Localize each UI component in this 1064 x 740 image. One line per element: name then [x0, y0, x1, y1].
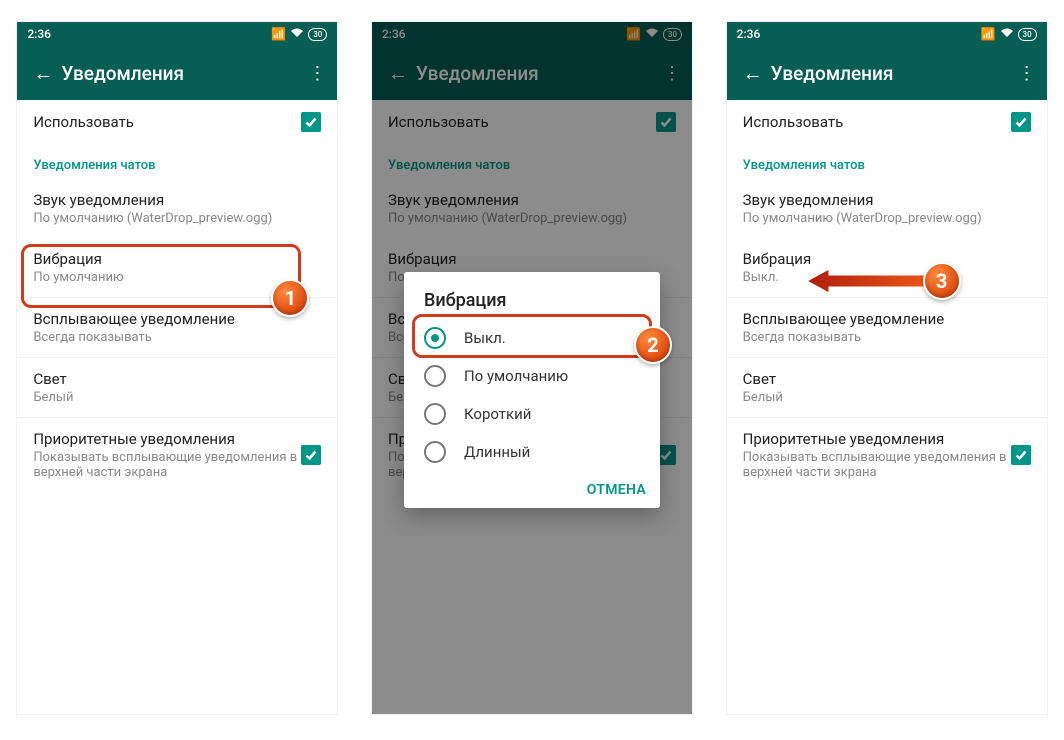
row-label: Звук уведомления [33, 191, 321, 209]
row-sound[interactable]: Звук уведомления По умолчанию (WaterDrop… [727, 179, 1047, 238]
row-label: Всплывающее уведомление [33, 310, 321, 328]
row-label: Свет [743, 370, 1031, 388]
row-priority[interactable]: Приоритетные уведомления Показывать вспл… [17, 418, 337, 492]
row-use[interactable]: Использовать [727, 100, 1047, 144]
row-sub: Белый [33, 390, 321, 405]
overflow-menu-icon[interactable]: ⋮ [305, 63, 329, 84]
option-label: Выкл. [464, 329, 506, 347]
screen-3: 2:36 📶 30 ← Уведомления ⋮ Использовать У… [727, 22, 1047, 714]
appbar-title: Уведомления [61, 62, 305, 85]
row-label: Приоритетные уведомления [33, 430, 301, 448]
row-vibration[interactable]: Вибрация Выкл. [727, 238, 1047, 297]
row-sub: Всегда показывать [743, 330, 1031, 345]
status-time: 2:36 [27, 27, 51, 41]
status-time: 2:36 [737, 27, 761, 41]
row-label: Звук уведомления [743, 191, 1031, 209]
option-label: Длинный [464, 443, 530, 461]
dialog-title: Вибрация [404, 272, 660, 319]
row-use[interactable]: Использовать [17, 100, 337, 144]
row-label: Свет [33, 370, 321, 388]
row-label: Приоритетные уведомления [743, 430, 1011, 448]
screen-1: 2:36 📶 30 ← Уведомления ⋮ Использовать У… [17, 22, 337, 714]
app-bar: ← Уведомления ⋮ [727, 46, 1047, 100]
radio-icon [424, 441, 446, 463]
wifi-icon [290, 27, 304, 41]
radio-icon [424, 365, 446, 387]
checkbox-icon[interactable] [301, 445, 321, 465]
dialog-option-default[interactable]: По умолчанию [404, 357, 660, 395]
dialog-option-short[interactable]: Короткий [404, 395, 660, 433]
row-popup[interactable]: Всплывающее уведомление Всегда показыват… [17, 298, 337, 357]
appbar-title: Уведомления [771, 62, 1015, 85]
row-sub: Белый [743, 390, 1031, 405]
radio-icon [424, 327, 446, 349]
row-sub: По умолчанию (WaterDrop_preview.ogg) [33, 211, 321, 226]
back-icon[interactable]: ← [25, 61, 61, 86]
row-sub: По умолчанию [33, 270, 321, 285]
option-label: Короткий [464, 405, 531, 423]
settings-list: Использовать Уведомления чатов Звук увед… [727, 100, 1047, 714]
app-bar: ← Уведомления ⋮ [17, 46, 337, 100]
radio-icon [424, 403, 446, 425]
checkbox-icon[interactable] [1011, 112, 1031, 132]
row-priority[interactable]: Приоритетные уведомления Показывать вспл… [727, 418, 1047, 492]
battery-icon: 30 [1018, 28, 1037, 41]
checkbox-icon[interactable] [301, 112, 321, 132]
row-label: Вибрация [33, 250, 321, 268]
status-right: 📶 30 [271, 27, 327, 41]
status-bar: 2:36 📶 30 [17, 22, 337, 46]
checkbox-icon[interactable] [1011, 445, 1031, 465]
row-light[interactable]: Свет Белый [727, 358, 1047, 417]
signal-icon: 📶 [271, 27, 286, 41]
row-label: Вибрация [743, 250, 1031, 268]
cancel-button[interactable]: ОТМЕНА [587, 482, 646, 498]
row-label: Использовать [743, 113, 1011, 131]
wifi-icon [1000, 27, 1014, 41]
section-chats: Уведомления чатов [727, 144, 1047, 179]
settings-list: Использовать Уведомления чатов Звук увед… [17, 100, 337, 714]
back-icon[interactable]: ← [735, 61, 771, 86]
row-sound[interactable]: Звук уведомления По умолчанию (WaterDrop… [17, 179, 337, 238]
dialog-option-long[interactable]: Длинный [404, 433, 660, 471]
dialog-option-off[interactable]: Выкл. [404, 319, 660, 357]
section-chats: Уведомления чатов [17, 144, 337, 179]
dialog-actions: ОТМЕНА [404, 471, 660, 504]
vibration-dialog: Вибрация Выкл. По умолчанию Короткий Дли… [404, 272, 660, 508]
row-label: Использовать [33, 113, 301, 131]
row-sub: Выкл. [743, 270, 1031, 285]
option-label: По умолчанию [464, 367, 568, 385]
screen-2: 2:36 📶 30 ← Уведомления ⋮ Использовать У… [372, 22, 692, 714]
row-sub: По умолчанию (WaterDrop_preview.ogg) [743, 211, 1031, 226]
row-light[interactable]: Свет Белый [17, 358, 337, 417]
signal-icon: 📶 [981, 27, 996, 41]
row-sub: Всегда показывать [33, 330, 321, 345]
overflow-menu-icon[interactable]: ⋮ [1015, 63, 1039, 84]
status-right: 📶 30 [981, 27, 1037, 41]
row-label: Всплывающее уведомление [743, 310, 1031, 328]
row-vibration[interactable]: Вибрация По умолчанию [17, 238, 337, 297]
row-sub: Показывать всплывающие уведомления в вер… [743, 450, 1011, 480]
row-popup[interactable]: Всплывающее уведомление Всегда показыват… [727, 298, 1047, 357]
row-sub: Показывать всплывающие уведомления в вер… [33, 450, 301, 480]
battery-icon: 30 [308, 28, 327, 41]
status-bar: 2:36 📶 30 [727, 22, 1047, 46]
